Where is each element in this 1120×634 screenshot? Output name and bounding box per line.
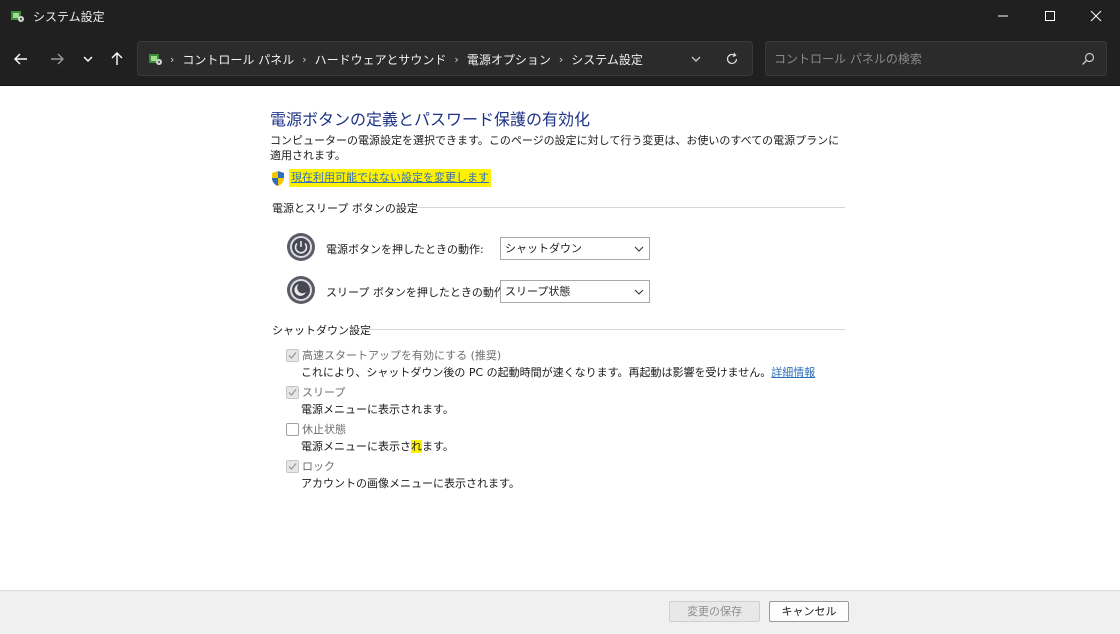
minimize-icon (998, 15, 1008, 17)
more-info-link[interactable]: 詳細情報 (771, 366, 815, 379)
arrow-up-icon (111, 52, 123, 65)
chevron-right-icon[interactable]: › (302, 53, 306, 66)
page-description: コンピューターの電源設定を選択できます。このページの設定に対して行う変更は、お使… (270, 134, 840, 162)
search-input[interactable] (774, 50, 1074, 68)
footer-bar: 変更の保存 キャンセル (0, 590, 1120, 634)
hibernate-description: 電源メニューに表示されます。 (301, 438, 454, 454)
address-history-button[interactable] (687, 50, 705, 68)
fast-startup-description-text: これにより、シャットダウン後の PC の起動時間が速くなります。再起動は影響を受… (301, 366, 772, 379)
close-icon (1090, 10, 1102, 22)
chevron-down-icon (634, 246, 644, 252)
save-changes-button[interactable]: 変更の保存 (669, 601, 760, 622)
checkmark-icon (288, 352, 297, 359)
power-button-action-label: 電源ボタンを押したときの動作: (326, 243, 484, 256)
hibernate-checkbox[interactable] (286, 423, 299, 436)
page-title: 電源ボタンの定義とパスワード保護の有効化 (270, 110, 591, 129)
control-panel-icon (149, 54, 162, 65)
recent-locations-button[interactable] (75, 46, 101, 72)
breadcrumb: › コントロール パネル › ハードウェアとサウンド › 電源オプション › シ… (170, 51, 643, 68)
sleep-button-action-select[interactable]: スリープ状態 (500, 280, 650, 303)
maximize-icon (1045, 11, 1055, 21)
checkmark-icon (288, 389, 297, 396)
hibernate-label: 休止状態 (302, 423, 346, 436)
hibernate-description-part: 電源メニューに表示さ (301, 440, 411, 453)
main-content: 電源ボタンの定義とパスワード保護の有効化 コンピューターの電源設定を選択できます… (0, 87, 1120, 590)
fast-startup-label: 高速スタートアップを有効にする (推奨) (302, 349, 502, 362)
checkmark-icon (288, 463, 297, 470)
chevron-down-icon (83, 56, 93, 62)
shutdown-settings-group-label: シャットダウン設定 (272, 322, 377, 338)
cancel-button[interactable]: キャンセル (769, 601, 849, 622)
sleep-description: 電源メニューに表示されます。 (301, 403, 454, 416)
group-divider (362, 329, 845, 330)
search-box[interactable] (765, 41, 1107, 76)
lock-label: ロック (302, 460, 335, 473)
title-bar: システム設定 (0, 0, 1120, 32)
address-box[interactable]: › コントロール パネル › ハードウェアとサウンド › 電源オプション › シ… (137, 41, 753, 76)
chevron-right-icon[interactable]: › (454, 53, 458, 66)
change-unavailable-settings-link[interactable]: 現在利用可能ではない設定を変更します (289, 169, 491, 187)
power-button-action-value: シャットダウン (505, 242, 582, 255)
sleep-button-action-label: スリープ ボタンを押したときの動作: (326, 286, 509, 299)
chevron-down-icon (691, 56, 701, 62)
maximize-button[interactable] (1027, 0, 1073, 32)
fast-startup-checkbox[interactable] (286, 349, 299, 362)
arrow-right-icon (51, 53, 64, 65)
arrow-left-icon (14, 53, 27, 65)
breadcrumb-item[interactable]: システム設定 (571, 51, 643, 68)
search-icon[interactable] (1080, 51, 1096, 67)
power-buttons-group-label: 電源とスリープ ボタンの設定 (272, 200, 424, 216)
window-title: システム設定 (33, 10, 105, 24)
breadcrumb-item[interactable]: 電源オプション (467, 51, 551, 68)
fast-startup-description: これにより、シャットダウン後の PC の起動時間が速くなります。再起動は影響を受… (301, 364, 815, 380)
close-button[interactable] (1073, 0, 1119, 32)
lock-checkbox[interactable] (286, 460, 299, 473)
breadcrumb-item[interactable]: コントロール パネル (182, 51, 294, 68)
refresh-icon (726, 52, 738, 65)
up-button[interactable] (104, 46, 130, 72)
uac-shield-icon (272, 171, 284, 186)
power-button-icon (287, 233, 315, 261)
power-button-action-select[interactable]: シャットダウン (500, 237, 650, 260)
sleep-checkbox[interactable] (286, 386, 299, 399)
minimize-button[interactable] (980, 0, 1026, 32)
chevron-right-icon[interactable]: › (559, 53, 563, 66)
sleep-button-action-value: スリープ状態 (505, 285, 571, 298)
sleep-button-icon (287, 276, 315, 304)
control-panel-icon (11, 11, 24, 22)
hibernate-description-part: ます。 (422, 440, 454, 453)
highlighted-text: れ (411, 440, 422, 453)
refresh-button[interactable] (722, 50, 742, 68)
chevron-right-icon[interactable]: › (170, 53, 174, 66)
lock-description: アカウントの画像メニューに表示されます。 (301, 477, 520, 490)
group-divider (412, 207, 845, 208)
breadcrumb-item[interactable]: ハードウェアとサウンド (315, 51, 447, 68)
forward-button[interactable] (44, 46, 70, 72)
navigation-bar: › コントロール パネル › ハードウェアとサウンド › 電源オプション › シ… (0, 32, 1120, 86)
chevron-down-icon (634, 289, 644, 295)
sleep-label: スリープ (302, 386, 346, 399)
back-button[interactable] (8, 46, 34, 72)
